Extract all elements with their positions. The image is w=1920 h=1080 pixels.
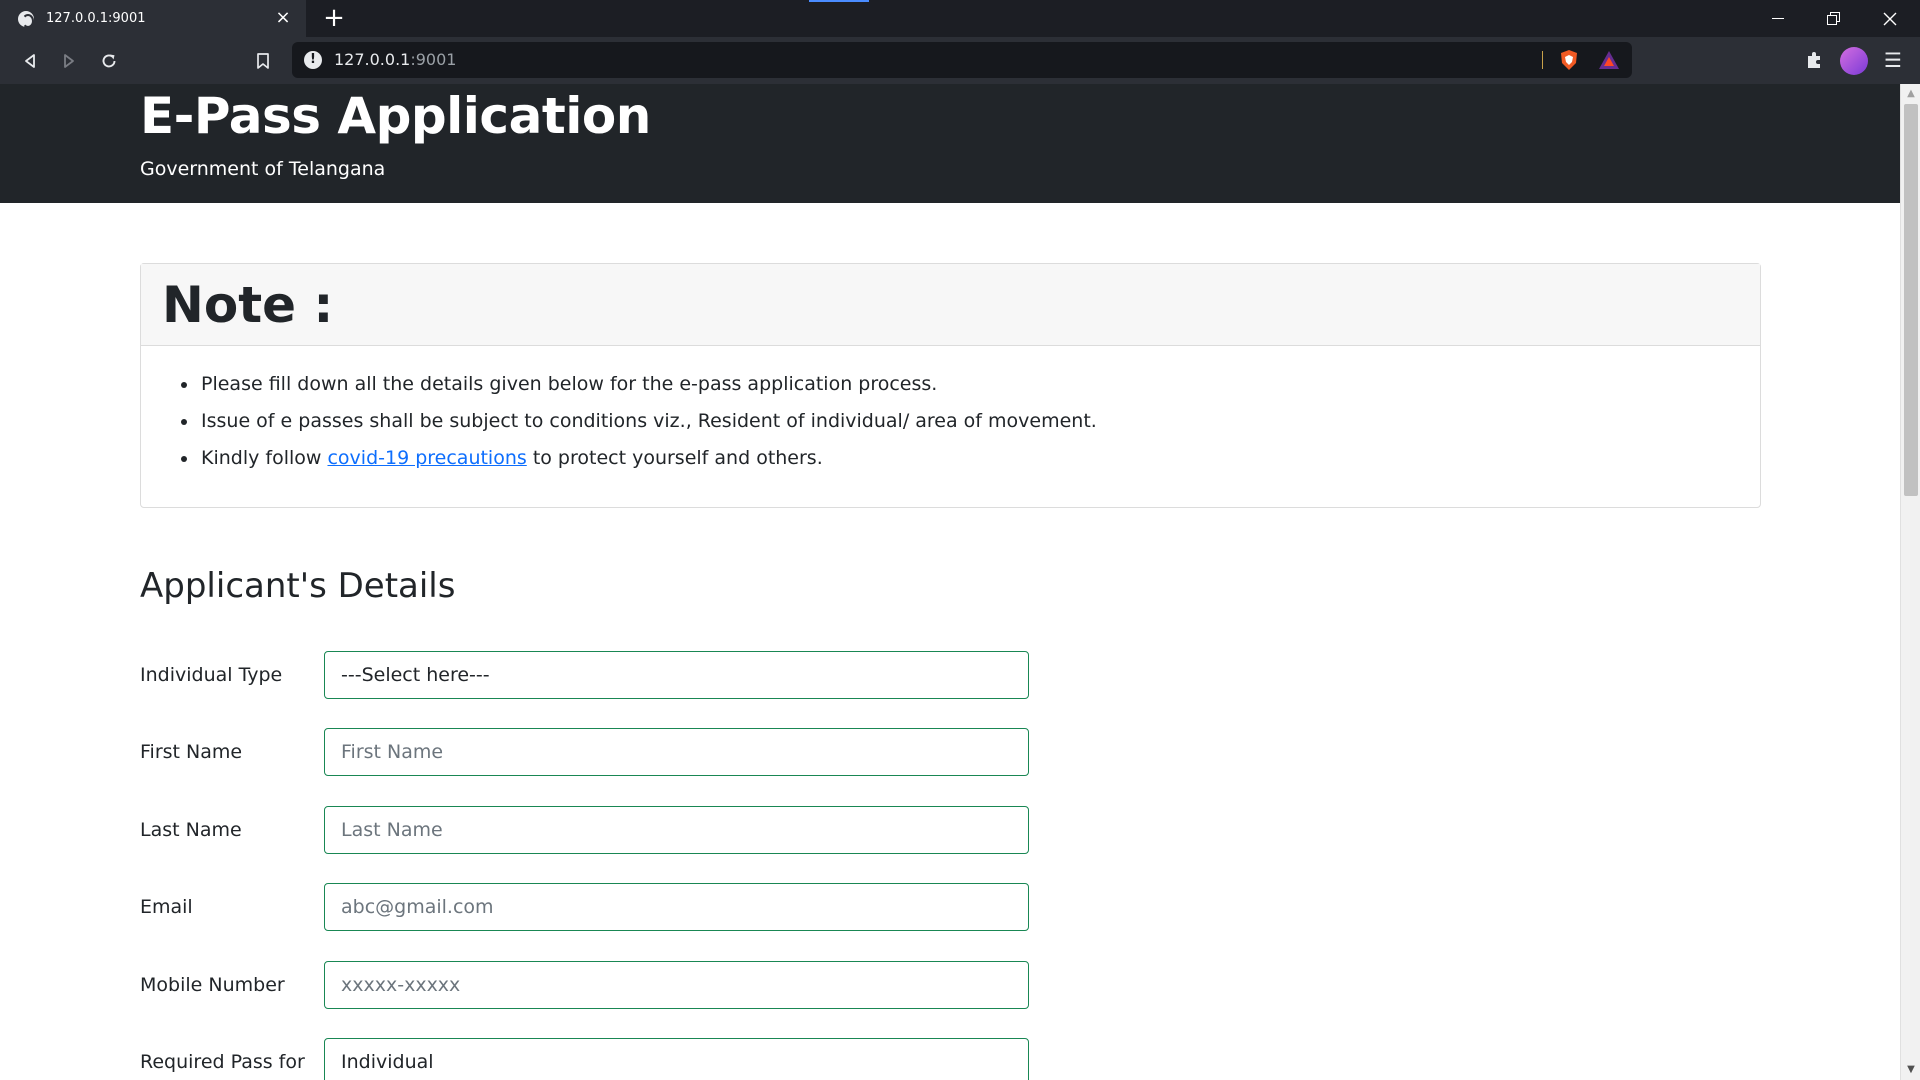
url-text[interactable]: 127.0.0.1:9001 (334, 50, 456, 69)
bookmark-icon (257, 53, 269, 69)
reload-button[interactable] (93, 45, 125, 77)
required-pass-label: Required Pass for (140, 1051, 305, 1073)
brave-rewards-icon[interactable] (1598, 50, 1620, 70)
page-header: E-Pass Application Government of Telanga… (0, 84, 1900, 203)
tab-title: 127.0.0.1:9001 (46, 11, 146, 26)
minimize-button[interactable] (1750, 0, 1806, 37)
menu-icon[interactable]: ☰ (1884, 49, 1902, 71)
note-card: Note : Please fill down all the details … (140, 263, 1761, 508)
covid-precautions-link[interactable]: covid-19 precautions (327, 447, 526, 469)
note-item: Kindly follow covid-19 precautions to pr… (181, 440, 1760, 477)
globe-icon (18, 10, 34, 28)
profile-avatar[interactable] (1840, 47, 1868, 75)
loading-indicator (809, 0, 869, 2)
note-item: Issue of e passes shall be subject to co… (181, 403, 1760, 440)
mobile-number-input[interactable]: xxxxx-xxxxx (324, 961, 1029, 1009)
brave-shield-icon[interactable] (1559, 49, 1579, 71)
required-pass-row: Required Pass for Individual (140, 1038, 1030, 1080)
address-bar[interactable]: ! 127.0.0.1:9001 (292, 42, 1632, 78)
email-label: Email (140, 896, 193, 918)
scroll-up-arrow-icon[interactable]: ▲ (1901, 86, 1920, 102)
restore-icon (1827, 11, 1840, 25)
individual-type-row: Individual Type ---Select here--- (140, 651, 1030, 699)
page-viewport: E-Pass Application Government of Telanga… (0, 84, 1900, 1080)
required-pass-select[interactable]: Individual (324, 1038, 1029, 1080)
back-button[interactable] (14, 45, 46, 77)
note-card-body: Please fill down all the details given b… (141, 346, 1760, 477)
note-title: Note : (162, 276, 334, 334)
individual-type-select[interactable]: ---Select here--- (324, 651, 1029, 699)
extensions-icon[interactable] (1804, 50, 1824, 70)
close-tab-icon[interactable]: × (274, 9, 292, 27)
restore-button[interactable] (1806, 0, 1862, 37)
minimize-icon (1772, 17, 1784, 19)
email-row: Email abc@gmail.com (140, 883, 1030, 931)
first-name-label: First Name (140, 741, 243, 763)
mobile-number-row: Mobile Number xxxxx-xxxxx (140, 961, 1030, 1009)
last-name-label: Last Name (140, 819, 242, 841)
browser-toolbar: ! 127.0.0.1:9001 ☰ (0, 37, 1920, 84)
last-name-row: Last Name Last Name (140, 806, 1030, 854)
email-input[interactable]: abc@gmail.com (324, 883, 1029, 931)
back-icon (25, 54, 35, 68)
individual-type-label: Individual Type (140, 664, 283, 686)
last-name-input[interactable]: Last Name (324, 806, 1029, 854)
browser-tab[interactable]: 127.0.0.1:9001 × (0, 0, 306, 37)
page-title: E-Pass Application (140, 87, 651, 145)
close-window-button[interactable] (1862, 0, 1918, 37)
page-scrollbar[interactable]: ▲ ▼ (1900, 84, 1920, 1080)
mobile-number-label: Mobile Number (140, 974, 285, 996)
note-card-header: Note : (141, 264, 1760, 346)
scroll-down-arrow-icon[interactable]: ▼ (1901, 1062, 1920, 1078)
url-separator (1542, 51, 1543, 69)
new-tab-button[interactable]: + (320, 4, 348, 32)
site-info-icon[interactable]: ! (304, 51, 322, 69)
forward-button[interactable] (53, 45, 85, 77)
note-item: Please fill down all the details given b… (181, 366, 1760, 403)
note-list: Please fill down all the details given b… (181, 366, 1760, 477)
forward-icon (64, 54, 74, 68)
applicant-details-heading: Applicant's Details (140, 566, 456, 606)
close-icon (1883, 12, 1897, 25)
page-subtitle: Government of Telangana (140, 158, 386, 180)
scrollbar-thumb[interactable] (1904, 104, 1918, 496)
browser-tab-bar: 127.0.0.1:9001 × + (0, 0, 1920, 37)
reload-icon (102, 54, 116, 68)
bookmark-button[interactable] (247, 45, 279, 77)
first-name-input[interactable]: First Name (324, 728, 1029, 776)
first-name-row: First Name First Name (140, 728, 1030, 776)
